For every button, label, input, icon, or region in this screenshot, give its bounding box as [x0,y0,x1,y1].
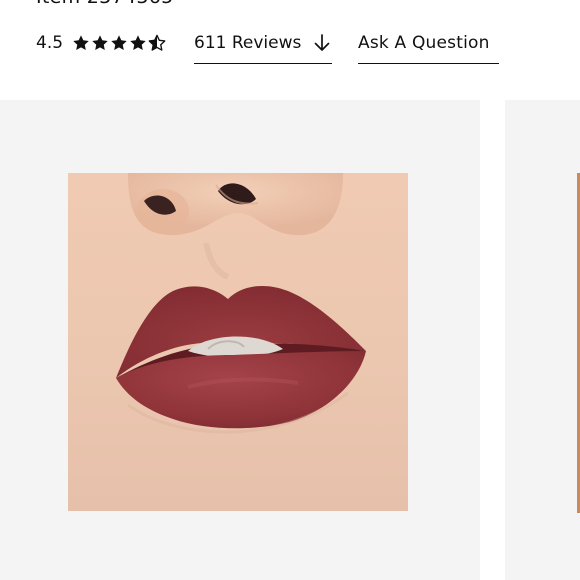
star-full-icon [73,35,89,51]
item-number: Item 2374365 [36,0,174,8]
arrow-down-icon [314,34,330,51]
reviews-link[interactable]: 611 Reviews [194,30,332,64]
lip-swatch-illustration [68,173,408,511]
star-rating [72,30,167,56]
ask-question-link[interactable]: Ask A Question [358,30,499,64]
star-full-icon [92,35,108,51]
lip-swatch-image [68,173,408,511]
star-half-icon [148,34,166,51]
ask-question-label: Ask A Question [358,33,490,53]
star-full-icon [130,35,146,51]
rating-value: 4.5 [36,33,64,53]
next-image-slide[interactable] [505,100,580,580]
star-full-icon [111,35,127,51]
reviews-link-label: 611 Reviews [194,33,302,53]
rating-summary: 4.5 [36,30,167,64]
